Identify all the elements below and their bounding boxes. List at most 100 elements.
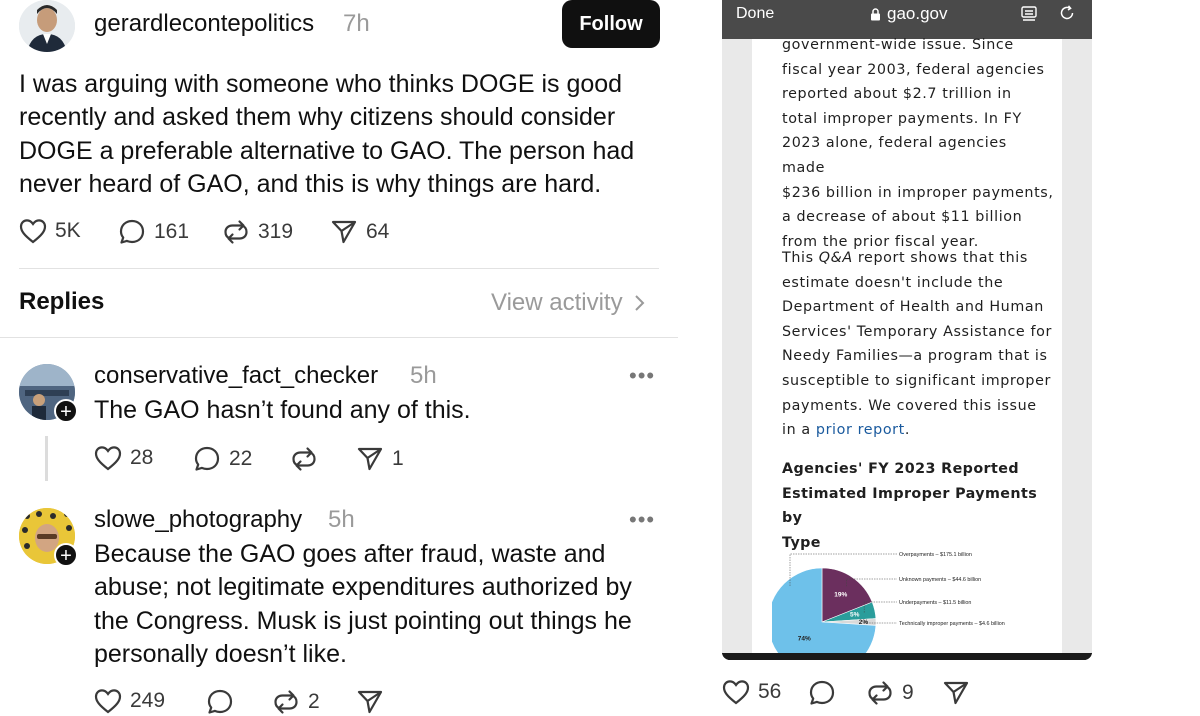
document-line: fiscal year 2003, federal agencies	[782, 61, 1045, 78]
document-paragraph: This Q&A report shows that this estimate…	[782, 246, 1054, 443]
document-line: total improper payments. In FY	[782, 110, 1022, 127]
divider	[19, 268, 659, 269]
like-button[interactable]: 28	[94, 445, 153, 471]
document-paragraph: government-wide issue. Since fiscal year…	[782, 33, 1054, 254]
comment-button[interactable]: 22	[193, 445, 252, 473]
author-username[interactable]: gerardlecontepolitics	[94, 10, 314, 38]
repost-icon	[292, 447, 316, 471]
repost-icon	[868, 681, 892, 705]
view-activity-label: View activity	[491, 289, 623, 316]
reader-icon	[1021, 6, 1037, 21]
document-line: 2023 alone, federal agencies made	[782, 135, 1007, 176]
repost-button[interactable]	[290, 445, 326, 473]
share-button[interactable]	[942, 679, 978, 707]
repost-icon	[274, 690, 298, 714]
comment-button[interactable]	[206, 688, 242, 716]
reply-timestamp: 5h	[410, 362, 437, 389]
comment-button[interactable]	[808, 679, 844, 707]
text-span: This	[782, 250, 819, 266]
document-line: in a prior report.	[782, 418, 1054, 443]
pie-value-label: 5%	[850, 612, 860, 619]
follow-plus-icon[interactable]: +	[54, 399, 78, 423]
document-line: reported about $2.7 trillion in	[782, 86, 1012, 103]
pie-value-label: 19%	[834, 591, 847, 598]
legend-label: Technically improper payments – $4.6 bil…	[899, 621, 1005, 627]
chart-heading: Agencies' FY 2023 Reported Estimated Imp…	[782, 457, 1054, 555]
document-line: government-wide issue. Since	[782, 37, 1014, 53]
url-text: gao.gov	[887, 4, 948, 23]
send-icon	[357, 447, 383, 471]
lock-icon	[871, 7, 880, 20]
share-button[interactable]	[356, 688, 392, 716]
chart-heading-line: Agencies' FY 2023 Reported	[782, 461, 1019, 477]
heart-icon	[722, 680, 750, 705]
comment-button[interactable]: 161	[118, 218, 189, 246]
post-text-line: never heard of GAO, and this is why thin…	[19, 169, 602, 198]
follow-button[interactable]: Follow	[562, 0, 660, 48]
more-options-icon[interactable]: •••	[629, 363, 655, 389]
reload-icon	[1060, 5, 1074, 20]
share-count: 64	[366, 220, 390, 243]
text-span: report shows that this	[852, 250, 1028, 266]
comment-icon	[207, 689, 233, 714]
repost-count: 319	[258, 220, 294, 243]
repost-icon	[224, 220, 248, 244]
attached-screenshot[interactable]: Done gao.gov government-wide issue. Sinc…	[722, 0, 1092, 660]
reply-text-line: The GAO hasn’t found any of this.	[94, 396, 471, 424]
comment-count: 22	[229, 447, 253, 470]
heart-icon	[94, 446, 122, 471]
reply-text-line: the Congress. Musk is just pointing out …	[94, 606, 632, 635]
more-options-icon[interactable]: •••	[629, 507, 655, 533]
post-text-line: I was arguing with someone who thinks DO…	[19, 70, 623, 98]
reply-text-line: Because the GAO goes after fraud, waste …	[94, 540, 606, 568]
replies-heading: Replies	[19, 288, 105, 315]
post-text: I was arguing with someone who thinks DO…	[19, 68, 659, 201]
like-button[interactable]: 249	[94, 688, 165, 714]
chevron-right-icon	[634, 295, 645, 311]
share-button[interactable]: 64	[330, 218, 389, 246]
reply-username[interactable]: conservative_fact_checker	[94, 362, 378, 390]
repost-button[interactable]: 319	[222, 218, 293, 246]
repost-button[interactable]: 2	[272, 688, 320, 716]
reply-username[interactable]: slowe_photography	[94, 506, 302, 534]
repost-button[interactable]: 9	[866, 679, 914, 707]
comment-icon	[119, 219, 145, 244]
scroll-bottom-edge	[722, 653, 1092, 660]
document-line: Needy Families—a program that is	[782, 348, 1048, 365]
document-line: This Q&A report shows that this	[782, 246, 1054, 271]
author-avatar[interactable]	[19, 0, 75, 52]
document-line: susceptible to significant improper	[782, 372, 1051, 389]
reply-timestamp: 5h	[328, 506, 355, 533]
like-count: 249	[130, 689, 166, 712]
pie-value-label: 74%	[798, 636, 811, 643]
send-icon	[357, 690, 383, 714]
post-text-line: recently and asked them why citizens sho…	[19, 103, 616, 132]
text-span: in a	[782, 422, 816, 439]
post-text-line: DOGE a preferable alternative to GAO. Th…	[19, 136, 635, 165]
legend-label: Overpayments – $175.1 billion	[899, 552, 972, 558]
document-line: a decrease of about $11 billion	[782, 209, 1023, 226]
thread-line	[45, 436, 48, 481]
follow-plus-icon[interactable]: +	[54, 543, 78, 567]
heart-icon	[94, 689, 122, 714]
reply-text: The GAO hasn’t found any of this.	[94, 394, 664, 427]
like-button[interactable]: 5K	[19, 218, 81, 244]
comment-count: 161	[154, 220, 190, 243]
document-page: government-wide issue. Since fiscal year…	[752, 37, 1062, 653]
view-activity-link[interactable]: View activity	[491, 289, 645, 317]
text-span: .	[904, 422, 911, 439]
like-button[interactable]: 56	[722, 679, 781, 705]
document-line: estimate doesn't include the	[782, 274, 1004, 291]
legend-label: Underpayments – $11.5 billion	[899, 600, 971, 606]
done-button: Done	[736, 5, 775, 22]
prior-report-link[interactable]: prior report	[816, 422, 905, 438]
reply-text: Because the GAO goes after fraud, waste …	[94, 538, 674, 671]
legend-label: Unknown payments – $44.6 billion	[899, 577, 981, 583]
send-icon	[331, 220, 357, 244]
like-count: 56	[758, 680, 782, 703]
post-timestamp: 7h	[343, 10, 370, 37]
share-button[interactable]: 1	[356, 445, 404, 473]
comment-icon	[809, 680, 835, 705]
document-line: Services' Temporary Assistance for	[782, 323, 1052, 340]
url-bar: gao.gov	[870, 4, 948, 24]
